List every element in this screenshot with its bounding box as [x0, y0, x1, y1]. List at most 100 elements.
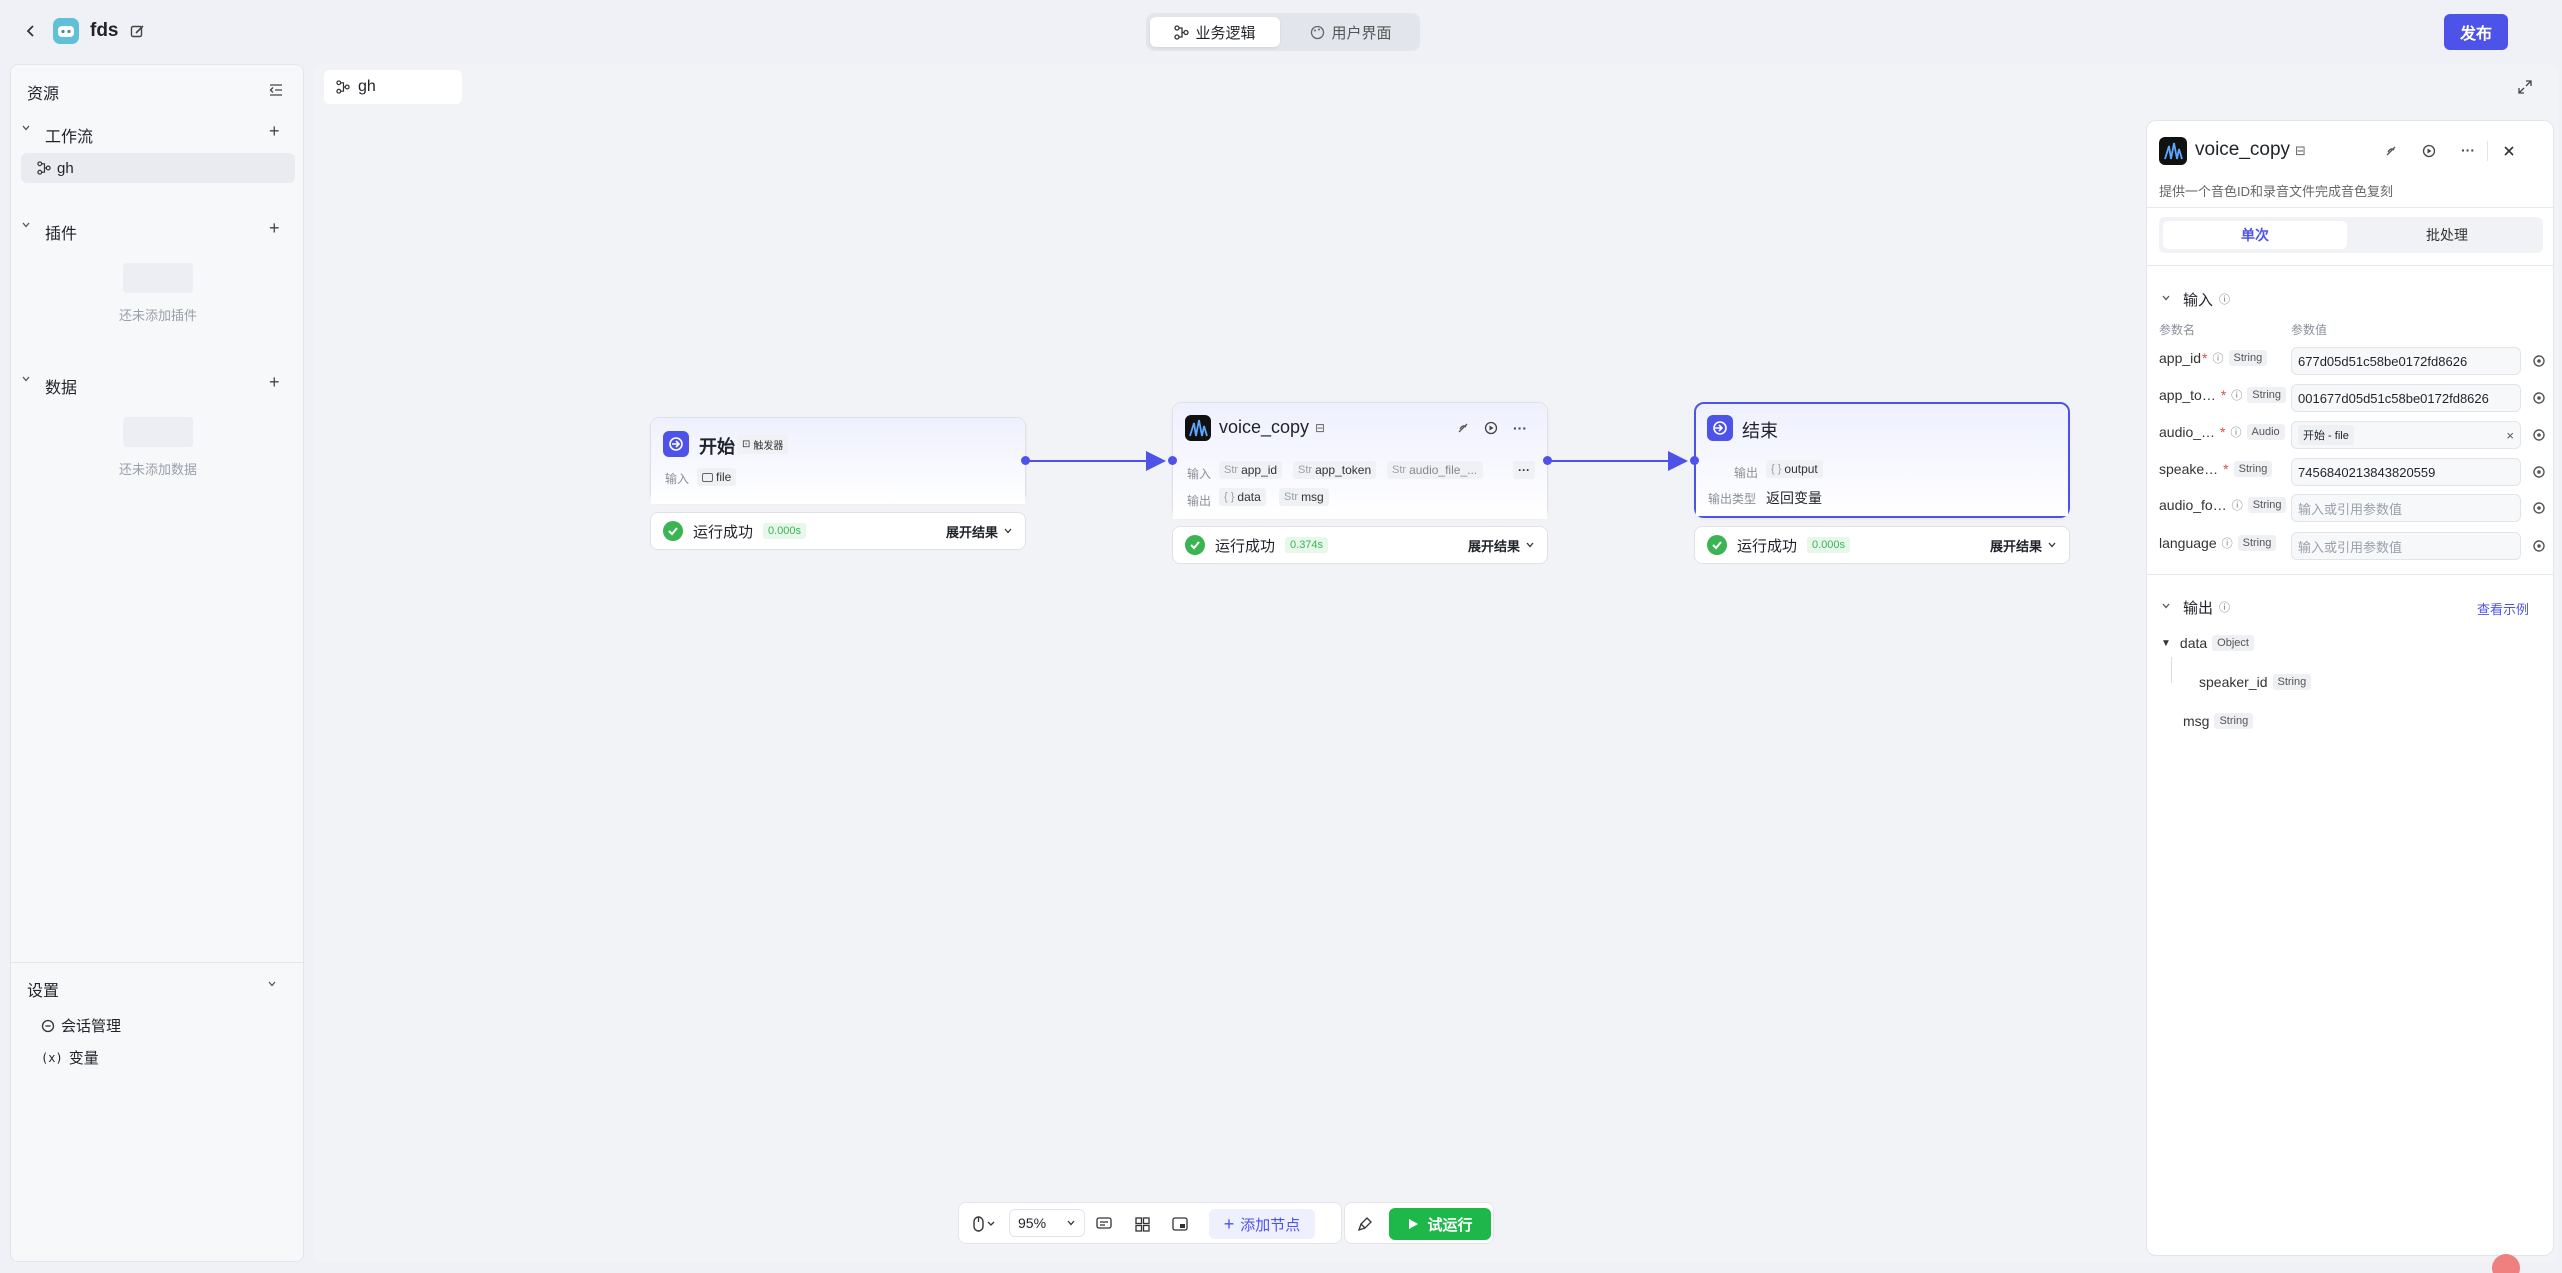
divider [2147, 574, 2553, 575]
param-value-input[interactable]: 输入或引用参数值 [2291, 494, 2521, 522]
reference-tag: 开始 - file [2298, 425, 2354, 445]
run-status: 运行成功 [693, 523, 754, 541]
param-type: String [2228, 350, 2268, 366]
chevron-down-icon[interactable] [2161, 293, 2171, 303]
back-icon[interactable] [20, 20, 42, 42]
run-status: 运行成功 [1737, 537, 1798, 555]
add-workflow-icon[interactable]: + [269, 122, 280, 140]
gear-icon[interactable] [2531, 538, 2547, 554]
chevron-down-icon[interactable] [2161, 601, 2171, 611]
tab-single-run[interactable]: 单次 [2163, 221, 2347, 249]
gear-icon[interactable] [2531, 500, 2547, 516]
var-name: msg [1301, 490, 1324, 504]
clear-icon[interactable]: × [2506, 428, 2514, 443]
var-name: data [1237, 490, 1261, 504]
settings-item-variables[interactable]: (x) 变量 [41, 1047, 99, 1068]
end-node[interactable]: 结束 输出 { } output 输出类型 返回变量 [1690, 402, 2070, 518]
output-name: msg [2183, 713, 2210, 729]
expand-label: 展开结果 [1467, 538, 1520, 554]
hide-icon[interactable] [1455, 420, 1471, 436]
edit-icon[interactable] [128, 22, 146, 40]
add-node-button[interactable]: + 添加节点 [1209, 1209, 1315, 1239]
mouse-mode-icon[interactable] [969, 1215, 999, 1233]
output-var: { } data [1219, 488, 1266, 506]
info-icon: ⓘ [2230, 427, 2242, 439]
gear-icon[interactable] [2531, 464, 2547, 480]
view-example-link[interactable]: 查看示例 [2477, 599, 2529, 618]
conversation-icon [41, 1019, 55, 1032]
voice-copy-node[interactable]: voice_copy ⊟ ··· 输入 Str app_id Str app_tok… [1168, 402, 1552, 519]
param-value-reference[interactable]: 开始 - file × [2291, 421, 2521, 449]
collapse-sidebar-icon[interactable] [267, 81, 285, 99]
start-status-bar: 运行成功 0.000s 展开结果 [650, 512, 1026, 550]
hide-icon[interactable] [2383, 143, 2399, 159]
run-node-icon[interactable] [1483, 420, 1499, 436]
trigger-icon: ⊡ [742, 439, 751, 450]
input-port[interactable] [1690, 456, 1699, 465]
sidebar-item-gh[interactable]: gh [21, 153, 295, 183]
close-icon[interactable] [2501, 143, 2517, 159]
gear-icon[interactable] [2531, 353, 2547, 369]
settings-item-conversation[interactable]: 会话管理 [41, 1015, 121, 1036]
start-node[interactable]: 开始 ⊡ 触发器 输入 file [650, 417, 1030, 504]
tab-user-interface[interactable]: 用户界面 [1286, 17, 1416, 47]
param-row-audio-file: audio_… * ⓘ Audio [2159, 424, 2285, 440]
outputs-section-title: 输出 [2183, 600, 2214, 617]
app-name: fds [90, 20, 119, 41]
chevron-down-icon[interactable] [267, 979, 281, 993]
end-icon [1707, 415, 1733, 441]
chevron-down-icon[interactable] [21, 123, 35, 137]
caret-down-icon[interactable]: ▼ [2161, 638, 2171, 649]
param-value-input[interactable]: 001677d05d51c58be0172fd8626 [2291, 384, 2521, 412]
chevron-down-icon[interactable] [21, 220, 35, 234]
workflow-section-title: 工作流 [45, 129, 94, 146]
node-title: 开始 [699, 437, 735, 457]
output-type-label: 输出类型 [1708, 492, 1757, 506]
chevron-down-icon[interactable] [21, 374, 35, 388]
top-bar: fds 业务逻辑 用户界面 发布 [0, 0, 2562, 64]
plugins-empty-text: 还未添加插件 [119, 308, 198, 323]
add-data-icon[interactable]: + [269, 373, 280, 391]
output-port[interactable] [1543, 456, 1552, 465]
run-node-icon[interactable] [2421, 143, 2437, 159]
voice-status-bar: 运行成功 0.374s 展开结果 [1172, 526, 1548, 564]
output-var: { } output [1766, 460, 1823, 478]
input-port[interactable] [1168, 456, 1177, 465]
more-inputs-button[interactable]: ··· [1513, 461, 1535, 479]
node-title: voice_copy [1219, 417, 1310, 437]
add-plugin-icon[interactable]: + [269, 219, 280, 237]
publish-button[interactable]: 发布 [2444, 14, 2508, 50]
expand-results-button[interactable]: 展开结果 [1468, 536, 1535, 555]
workflow-icon [37, 161, 51, 175]
store-icon: ⊟ [1315, 421, 1326, 435]
param-name: speake… [2159, 461, 2219, 477]
expand-results-button[interactable]: 展开结果 [1990, 536, 2057, 555]
chevron-down-icon [1067, 1220, 1075, 1226]
gear-icon[interactable] [2531, 427, 2547, 443]
plugins-section-title: 插件 [45, 226, 78, 243]
more-icon[interactable]: ··· [2459, 142, 2477, 158]
param-value-input[interactable]: 677d05d51c58be0172fd8626 [2291, 347, 2521, 375]
more-icon[interactable]: ··· [1511, 420, 1529, 436]
comment-icon[interactable] [1095, 1215, 1113, 1233]
clean-icon[interactable] [1355, 1215, 1375, 1233]
trigger-badge: ⊡ 触发器 [737, 435, 789, 454]
plus-icon: + [1223, 1213, 1235, 1234]
object-type-icon: { } [1771, 463, 1782, 475]
sidebar-item-label: gh [57, 159, 74, 177]
zoom-select[interactable]: 95% [1009, 1209, 1085, 1237]
minimap-icon[interactable] [1171, 1215, 1189, 1233]
tab-business-logic[interactable]: 业务逻辑 [1150, 17, 1280, 47]
param-row-language: language ⓘ String [2159, 535, 2277, 551]
variable-icon: (x) [41, 1050, 63, 1065]
expand-results-button[interactable]: 展开结果 [946, 522, 1013, 541]
tab-batch-run[interactable]: 批处理 [2355, 221, 2539, 249]
try-run-button[interactable]: 试运行 [1389, 1208, 1491, 1240]
try-run-label: 试运行 [1427, 1216, 1473, 1234]
layout-icon[interactable] [1133, 1215, 1151, 1233]
param-value-input[interactable]: 输入或引用参数值 [2291, 532, 2521, 560]
output-port[interactable] [1021, 456, 1030, 465]
param-value-input[interactable]: 7456840213843820559 [2291, 458, 2521, 486]
gear-icon[interactable] [2531, 390, 2547, 406]
view-switch: 业务逻辑 用户界面 [1146, 13, 1420, 51]
